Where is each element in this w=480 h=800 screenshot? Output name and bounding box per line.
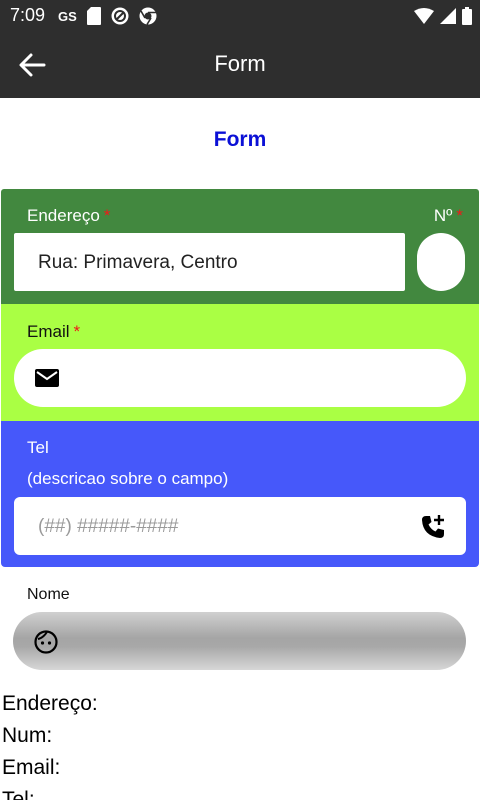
number-required-mark: *	[456, 206, 463, 225]
nome-input[interactable]	[13, 612, 466, 670]
face-icon	[34, 630, 58, 654]
address-label-text: Endereço	[27, 206, 100, 225]
summary-tel: Tel:	[2, 788, 35, 800]
app-bar-title: Form	[214, 51, 266, 76]
tel-section: Tel (descricao sobre o campo) (##) #####…	[1, 421, 479, 567]
tel-input[interactable]: (##) #####-####	[14, 497, 466, 555]
summary-email: Email:	[2, 756, 61, 779]
email-section: Email *	[1, 304, 479, 421]
sync-circle-icon	[111, 7, 129, 25]
email-required-mark: *	[73, 322, 81, 341]
battery-icon	[462, 7, 472, 25]
app-bar: Form	[0, 32, 480, 98]
email-input[interactable]	[14, 349, 466, 407]
tel-label: Tel	[27, 438, 49, 457]
email-label-text: Email	[27, 322, 70, 341]
address-label: Endereço *	[27, 206, 110, 226]
wifi-icon	[414, 8, 434, 24]
address-required-mark: *	[103, 206, 111, 225]
chrome-icon	[139, 7, 157, 25]
summary-endereco: Endereço:	[2, 692, 98, 715]
address-input-value: Rua: Primavera, Centro	[38, 252, 238, 273]
email-label: Email *	[27, 322, 80, 342]
status-icons-left: GS	[58, 7, 157, 25]
status-time: 7:09	[10, 5, 46, 25]
summary-block: Endereço: Num: Email: Tel:	[2, 688, 98, 800]
add-call-icon[interactable]	[420, 514, 446, 540]
nome-label: Nome	[27, 586, 70, 603]
address-section: Endereço * Nº * Rua: Primavera, Centro	[1, 189, 479, 304]
summary-num: Num:	[2, 724, 53, 747]
signal-icon	[440, 8, 456, 24]
status-bar: 7:09 GS	[0, 0, 480, 32]
number-label: Nº *	[434, 206, 463, 226]
carrier-badge: GS	[58, 8, 77, 24]
tel-description: (descricao sobre o campo)	[27, 469, 229, 488]
sd-card-icon	[86, 7, 101, 25]
address-input[interactable]: Rua: Primavera, Centro	[14, 233, 405, 291]
page-title: Form	[213, 128, 267, 151]
tel-input-placeholder: (##) #####-####	[38, 516, 179, 537]
status-icons-right	[414, 7, 472, 25]
email-icon	[35, 369, 59, 387]
number-label-text: Nº	[433, 206, 453, 225]
number-input[interactable]	[417, 233, 465, 291]
